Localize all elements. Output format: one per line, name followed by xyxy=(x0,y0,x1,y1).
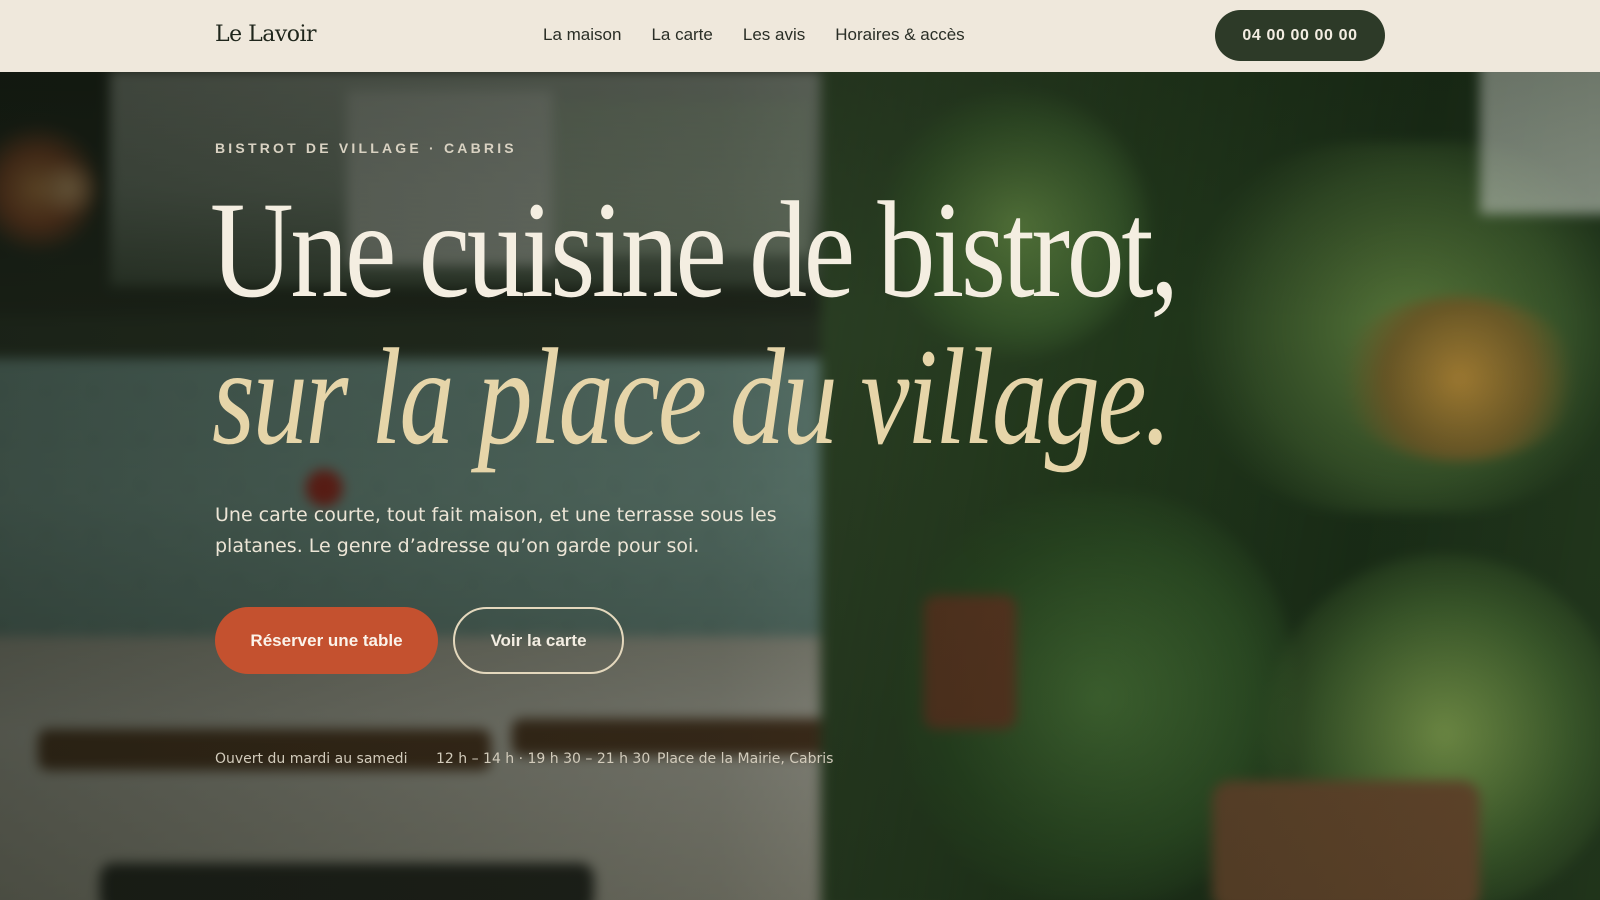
main-nav: La maison La carte Les avis Horaires & a… xyxy=(543,22,995,48)
nav-item-la-carte[interactable]: La carte xyxy=(651,22,712,48)
address: Place de la Mairie, Cabris xyxy=(657,751,834,767)
hero-eyebrow: BISTROT DE VILLAGE · CABRIS xyxy=(215,140,517,156)
opening-days: Ouvert du mardi au samedi xyxy=(215,751,408,767)
hero-headline-line1: Une cuisine de bistrot, xyxy=(210,173,1179,326)
brand-logo[interactable]: Le Lavoir xyxy=(215,20,317,50)
hero-headline-line2: sur la place du village. xyxy=(212,320,1172,473)
hero-lede: Une carte courte, tout fait maison, et u… xyxy=(215,504,777,557)
site-header: Le Lavoir La maison La carte Les avis Ho… xyxy=(0,0,1600,72)
nav-item-les-avis[interactable]: Les avis xyxy=(743,22,805,48)
view-menu-button[interactable]: Voir la carte xyxy=(453,607,624,674)
opening-hours: 12 h – 14 h · 19 h 30 – 21 h 30 xyxy=(436,751,651,767)
nav-item-la-maison[interactable]: La maison xyxy=(543,22,621,48)
nav-item-horaires-acces[interactable]: Horaires & accès xyxy=(835,22,964,48)
reserve-table-button[interactable]: Réserver une table xyxy=(215,607,438,674)
phone-button[interactable]: 04 00 00 00 00 xyxy=(1215,10,1385,61)
